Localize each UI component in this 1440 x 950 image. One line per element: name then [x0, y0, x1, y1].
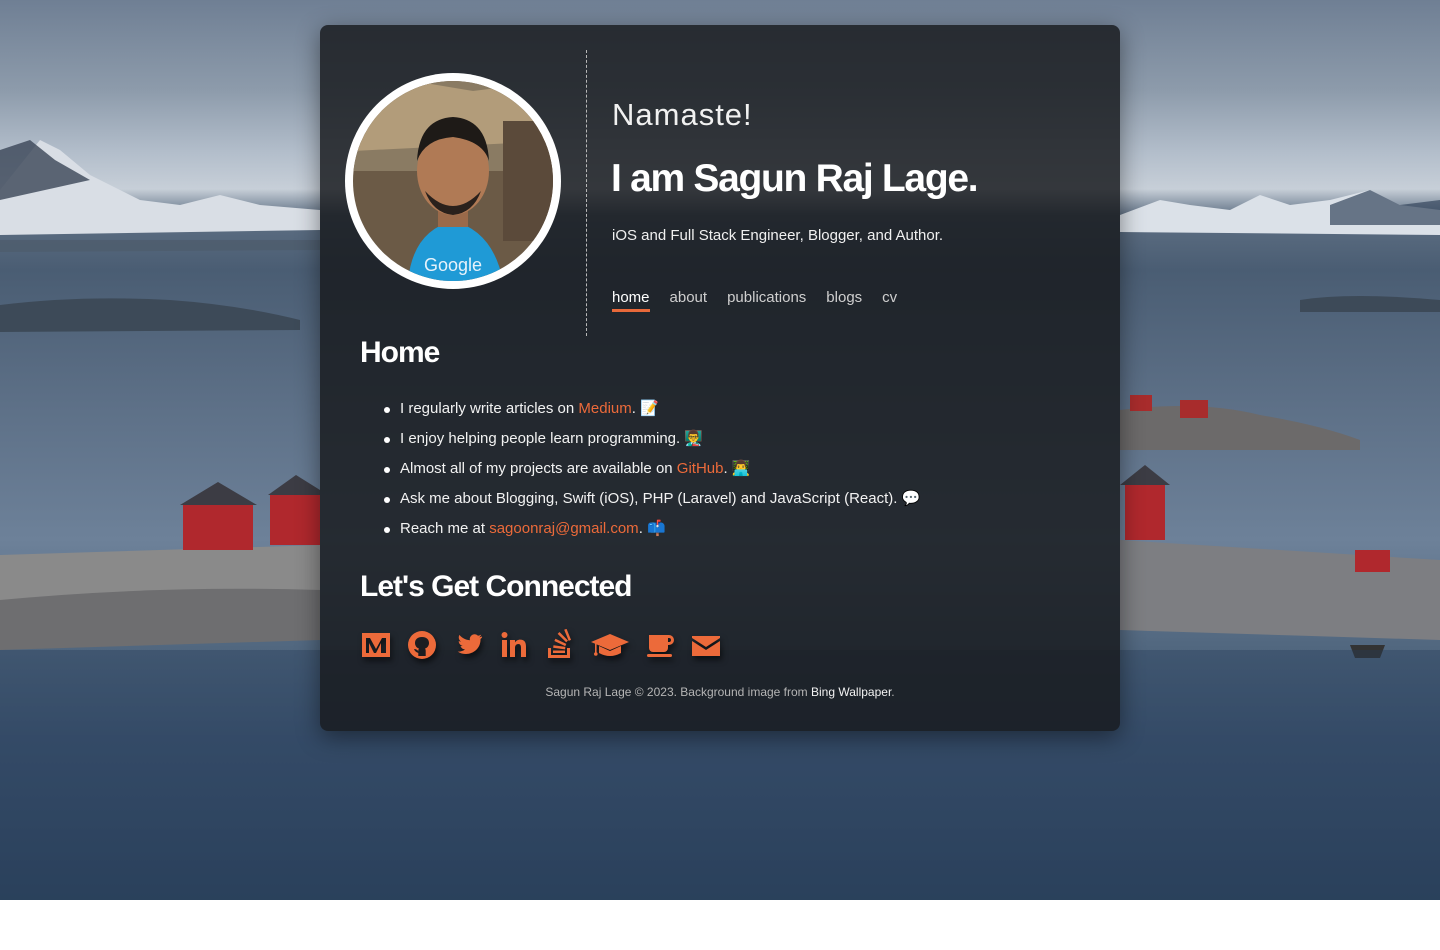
list-item-text: . 📫: [638, 520, 666, 537]
list-item: Almost all of my projects are available …: [383, 459, 920, 489]
list-item: I enjoy helping people learn programming…: [383, 429, 920, 459]
medium-icon[interactable]: [360, 629, 392, 661]
list-item-text: I enjoy helping people learn programming…: [400, 430, 704, 447]
graduation-cap-icon[interactable]: [590, 629, 630, 661]
medium-link[interactable]: Medium: [578, 400, 631, 417]
nav-blogs[interactable]: blogs: [826, 289, 862, 312]
list-item-text: . 📝: [631, 400, 659, 417]
coffee-icon[interactable]: [644, 629, 676, 661]
profile-photo: Google: [353, 81, 553, 281]
header-divider: [586, 50, 587, 336]
stackoverflow-icon[interactable]: [544, 629, 576, 661]
list-item: Ask me about Blogging, Swift (iOS), PHP …: [383, 489, 921, 519]
profile-card: Google Namaste! I am Sagun Raj Lage. iOS…: [320, 25, 1120, 731]
list-item: I regularly write articles on Medium. 📝: [383, 399, 920, 429]
email-link[interactable]: sagoonraj@gmail.com: [489, 520, 638, 537]
avatar: Google: [345, 73, 561, 289]
linkedin-icon[interactable]: [498, 629, 530, 661]
envelope-icon[interactable]: [690, 629, 722, 661]
greeting: Namaste!: [612, 97, 753, 132]
connect-heading: Let's Get Connected: [360, 570, 633, 603]
list-item-text: Almost all of my projects are available …: [400, 460, 677, 477]
github-icon[interactable]: [406, 629, 438, 661]
svg-text:Google: Google: [424, 255, 482, 275]
nav-publications[interactable]: publications: [727, 289, 806, 312]
tagline: iOS and Full Stack Engineer, Blogger, an…: [612, 227, 944, 244]
footer: Sagun Raj Lage © 2023. Background image …: [320, 685, 1120, 699]
nav-home[interactable]: home: [612, 289, 650, 312]
home-bullet-list: I regularly write articles on Medium. 📝 …: [383, 399, 921, 549]
list-item: Reach me at sagoonraj@gmail.com. 📫: [383, 519, 920, 549]
github-link[interactable]: GitHub: [677, 460, 724, 477]
footer-end: .: [891, 685, 895, 699]
home-heading: Home: [360, 336, 440, 369]
bing-wallpaper-link[interactable]: Bing Wallpaper: [811, 685, 891, 699]
footer-text: Sagun Raj Lage © 2023. Background image …: [545, 685, 812, 699]
main-nav: home about publications blogs cv: [612, 289, 897, 312]
list-item-text: I regularly write articles on: [400, 400, 579, 417]
list-item-text: Reach me at: [400, 520, 490, 537]
nav-cv[interactable]: cv: [882, 289, 897, 312]
nav-about[interactable]: about: [670, 289, 708, 312]
twitter-icon[interactable]: [452, 629, 484, 661]
list-item-text: Ask me about Blogging, Swift (iOS), PHP …: [400, 490, 921, 507]
social-links: [360, 629, 722, 661]
page-title: I am Sagun Raj Lage.: [611, 157, 979, 200]
list-item-text: . 👨‍💻: [723, 460, 751, 477]
